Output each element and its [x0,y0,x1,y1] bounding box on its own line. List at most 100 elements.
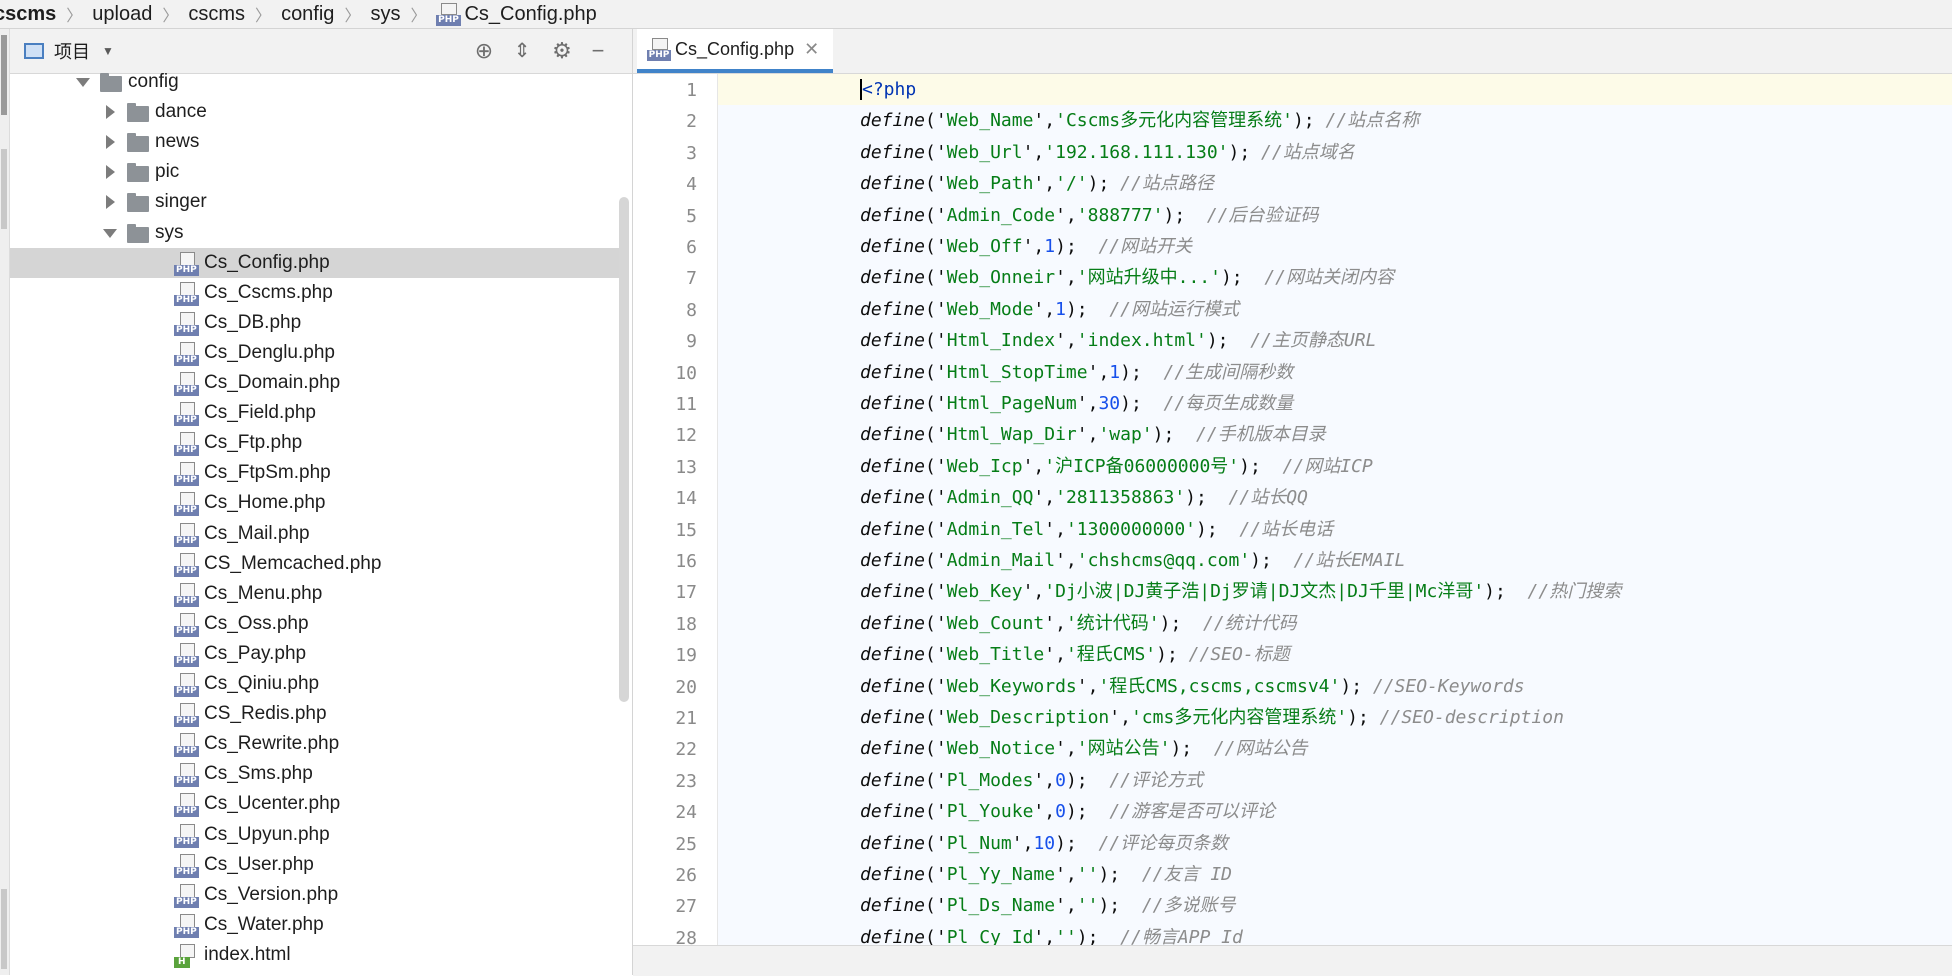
locate-icon[interactable]: ⊕ [472,39,496,63]
folder-icon [127,193,149,213]
php-file-icon: PHP [174,612,199,637]
config-key: Web_Key [946,581,1023,603]
tree-file[interactable]: PHP Cs_Rewrite.php [10,729,622,759]
tree-file[interactable]: PHP CS_Memcached.php [10,549,622,579]
tree-file[interactable]: PHP Cs_Qiniu.php [10,669,622,699]
php-file-icon: PHP [174,703,199,728]
separator: ', [1022,581,1045,603]
separator: ', [1109,707,1131,728]
tree-file[interactable]: PHP Cs_Water.php [10,910,622,940]
chevron-right-icon[interactable] [106,105,115,120]
tree-item-label: news [155,131,200,153]
tree-file[interactable]: PHP Cs_FtpSm.php [10,458,622,488]
paren-open: (' [925,361,947,383]
horizontal-scrollbar[interactable] [633,945,1952,976]
tree-file[interactable]: PHP CS_Redis.php [10,699,622,729]
tree-file[interactable]: PHP Cs_Config.php [10,247,622,278]
php-file-icon: PHP [646,37,672,61]
chevron-right-icon[interactable] [106,135,115,150]
stripe-tab-favorites[interactable] [1,889,7,969]
paren-open: (' [925,644,947,666]
collapse-all-icon[interactable]: ⇕ [510,39,534,63]
breadcrumb-item[interactable]: cscms [0,3,62,26]
paren-close: ); [1055,832,1099,854]
config-value: 1 [1044,236,1056,257]
define-keyword: define [860,644,926,666]
code-comment: //网站ICP [1282,455,1373,477]
tree-folder-sys[interactable]: sys [10,218,622,248]
tree-folder-dance[interactable]: dance [10,97,622,127]
code-line: define('Web_Mode',1); //网站运行模式 [860,294,1239,325]
tree-folder-news[interactable]: news [10,127,622,157]
define-keyword: define [860,864,926,885]
code-comment: //每页生成数量 [1163,393,1294,414]
tree-file[interactable]: PHP Cs_Denglu.php [10,338,622,368]
define-keyword: define [860,204,926,226]
separator: ', [1055,738,1077,760]
tree-file[interactable]: PHP Cs_Version.php [10,880,622,910]
tree-file[interactable]: Hindex.html [10,940,622,970]
paren-open: (' [925,707,947,728]
separator: ', [1055,895,1077,917]
tree-file[interactable]: PHP Cs_Ftp.php [10,428,622,458]
code-line: define('Web_Title','程氏CMS'); //SEO-标题 [860,639,1290,670]
separator: ', [1033,173,1056,195]
code-comment: //SEO-Keywords [1372,675,1525,697]
paren-open: (' [925,204,947,226]
php-file-icon: PHP [174,281,199,306]
tree-folder-singer[interactable]: singer [10,187,622,217]
code-line: define('Pl_Ds_Name',''); //多说账号 [860,890,1236,921]
tree-file[interactable]: PHP Cs_Sms.php [10,759,622,789]
define-keyword: define [860,487,926,509]
config-value: 1 [1055,298,1066,320]
tree-file[interactable]: PHP Cs_Menu.php [10,579,622,609]
close-icon[interactable]: ✕ [804,39,819,60]
project-view-selector[interactable]: 项目 ▼ [24,38,114,64]
chevron-down-icon[interactable] [76,78,90,87]
code-comment: //游客是否可以评论 [1109,801,1275,823]
tree-file[interactable]: PHP Cs_User.php [10,850,622,880]
tree-file[interactable]: PHP Cs_Field.php [10,398,622,428]
tab-cs-config[interactable]: PHP Cs_Config.php ✕ [637,29,833,73]
stripe-tab-structure[interactable] [1,149,7,229]
breadcrumb-item[interactable]: cscms [182,3,251,26]
stripe-tab-project[interactable] [1,35,7,115]
php-file-icon: PHP [174,462,199,487]
tree-file[interactable]: PHP Cs_Domain.php [10,368,622,398]
code-line: define('Web_Path','/'); //站点路径 [860,168,1214,199]
tree-file[interactable]: PHP Cs_Cscms.php [10,278,622,308]
code-comment: //多说账号 [1141,895,1236,917]
tree-file[interactable]: PHP Cs_Mail.php [10,519,622,549]
tree-file[interactable]: PHP Cs_Home.php [10,488,622,518]
code-line: define('Pl_Yy_Name',''); //友言 ID [860,859,1232,890]
tree-file[interactable]: PHP Cs_DB.php [10,308,622,338]
breadcrumb-item[interactable]: upload [86,3,158,26]
config-value: '2811358863' [1055,487,1186,509]
tree-file[interactable]: PHP Cs_Pay.php [10,639,622,669]
minimize-icon[interactable]: − [586,39,610,63]
define-keyword: define [860,455,926,477]
project-icon [24,43,44,59]
tree-file[interactable]: PHP Cs_Upyun.php [10,820,622,850]
php-file-icon: PHP [174,251,199,276]
chevron-right-icon[interactable] [106,195,115,210]
tree-folder-config[interactable]: config [10,73,622,97]
chevron-right-icon: 〉 [162,8,179,25]
php-file-icon: PHP [174,311,199,336]
chevron-right-icon[interactable] [106,165,115,180]
line-number: 15 [675,519,697,541]
code-area[interactable]: <?php define('Web_Name','Cscms多元化内容管理系统')… [718,74,1952,975]
tree-folder-pic[interactable]: pic [10,157,622,187]
breadcrumb-file[interactable]: PHP Cs_Config.php [430,2,602,26]
config-value: '888777' [1076,204,1164,226]
define-keyword: define [860,361,926,383]
php-file-icon: PHP [436,2,461,26]
gear-icon[interactable]: ⚙ [550,39,574,63]
tree-file[interactable]: PHP Cs_Ucenter.php [10,789,622,819]
code-line: define('Web_Icp','沪ICP备06000000号'); //网站… [860,451,1373,482]
breadcrumb-item[interactable]: config [275,3,340,26]
tree-scrollbar[interactable] [619,197,629,702]
tree-file[interactable]: PHP Cs_Oss.php [10,609,622,639]
chevron-down-icon[interactable] [103,228,117,238]
breadcrumb-item[interactable]: sys [364,3,406,26]
